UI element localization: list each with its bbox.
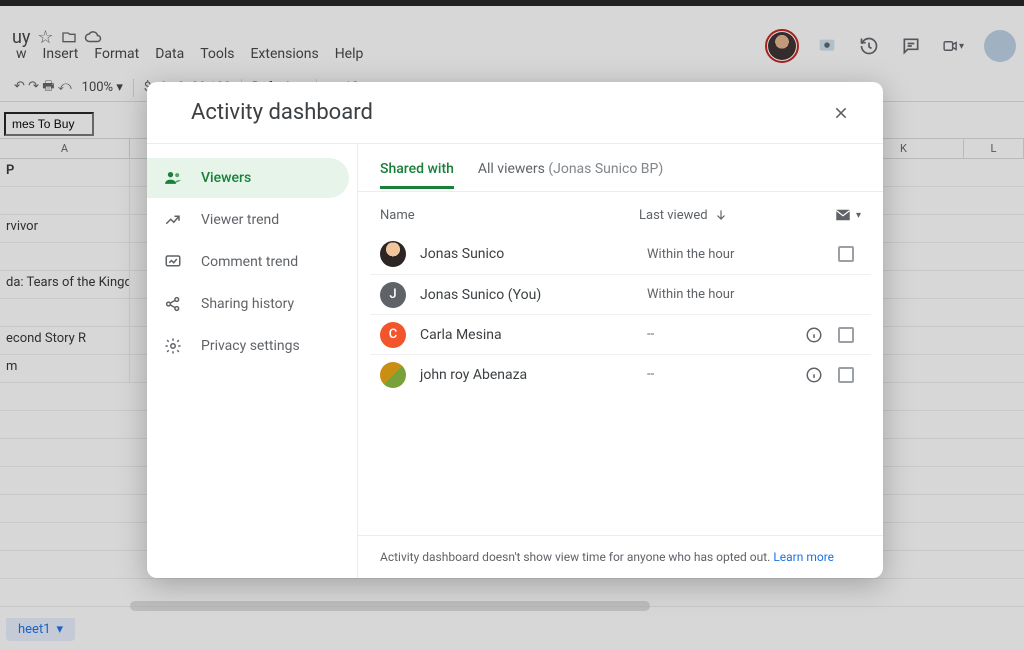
info-icon: [805, 366, 823, 384]
sidebar-item-label: Privacy settings: [201, 338, 300, 354]
mail-icon: [834, 206, 852, 224]
viewer-last-viewed: Within the hour: [647, 287, 797, 302]
sidebar-item-viewer-trend[interactable]: Viewer trend: [147, 200, 349, 240]
dialog-tabs: Shared with All viewers (Jonas Sunico BP…: [358, 144, 883, 192]
viewer-name: john roy Abenaza: [420, 367, 647, 383]
close-button[interactable]: [827, 99, 855, 127]
info-icon: [805, 326, 823, 344]
viewer-list-header: Name Last viewed ▾: [358, 192, 883, 234]
avatar: [380, 362, 406, 388]
viewer-row: Jonas SunicoWithin the hour: [370, 234, 871, 274]
dialog-header: Activity dashboard: [147, 82, 883, 144]
avatar: J: [380, 282, 406, 308]
column-email[interactable]: ▾: [809, 206, 861, 224]
dialog-sidebar: Viewers Viewer trend Comment trend Shari…: [147, 144, 358, 578]
viewer-name: Jonas Sunico (You): [420, 287, 647, 303]
info-button[interactable]: [797, 326, 831, 344]
activity-dashboard-dialog: Activity dashboard Viewers Viewer trend: [147, 82, 883, 578]
avatar: C: [380, 322, 406, 348]
sidebar-item-sharing-history[interactable]: Sharing history: [147, 284, 349, 324]
tab-shared-with[interactable]: Shared with: [380, 147, 454, 189]
sidebar-item-label: Viewer trend: [201, 212, 279, 228]
avatar: [380, 241, 406, 267]
sidebar-item-label: Viewers: [201, 170, 251, 186]
arrow-down-icon: [714, 208, 728, 222]
viewer-row: J Jonas Sunico (You)Within the hour: [370, 274, 871, 314]
dialog-title: Activity dashboard: [191, 100, 373, 125]
chevron-down-icon: ▾: [856, 210, 861, 221]
people-icon: [163, 168, 183, 188]
sidebar-item-label: Comment trend: [201, 254, 298, 270]
sidebar-item-comment-trend[interactable]: Comment trend: [147, 242, 349, 282]
close-icon: [833, 105, 849, 121]
dialog-main: Shared with All viewers (Jonas Sunico BP…: [358, 144, 883, 578]
viewer-list: Jonas SunicoWithin the hourJJonas Sunico…: [358, 234, 883, 394]
share-icon: [163, 294, 183, 314]
viewer-row: john roy Abenaza--: [370, 354, 871, 394]
email-checkbox[interactable]: [831, 327, 861, 343]
column-last-viewed[interactable]: Last viewed: [639, 208, 809, 223]
sidebar-item-viewers[interactable]: Viewers: [147, 158, 349, 198]
sidebar-item-label: Sharing history: [201, 296, 294, 312]
gear-icon: [163, 336, 183, 356]
tab-all-viewers[interactable]: All viewers (Jonas Sunico BP): [478, 147, 663, 189]
info-button[interactable]: [797, 366, 831, 384]
viewer-row: C Carla Mesina--: [370, 314, 871, 354]
comment-trend-icon: [163, 252, 183, 272]
viewer-last-viewed: --: [647, 367, 797, 382]
viewer-name: Carla Mesina: [420, 327, 647, 343]
sidebar-item-privacy-settings[interactable]: Privacy settings: [147, 326, 349, 366]
viewer-name: Jonas Sunico: [420, 246, 647, 262]
column-name[interactable]: Name: [380, 208, 639, 223]
trend-icon: [163, 210, 183, 230]
email-checkbox[interactable]: [831, 367, 861, 383]
email-checkbox[interactable]: [831, 246, 861, 262]
viewer-last-viewed: --: [647, 327, 797, 342]
learn-more-link[interactable]: Learn more: [773, 550, 834, 564]
dialog-footer: Activity dashboard doesn't show view tim…: [358, 535, 883, 578]
viewer-last-viewed: Within the hour: [647, 247, 797, 262]
